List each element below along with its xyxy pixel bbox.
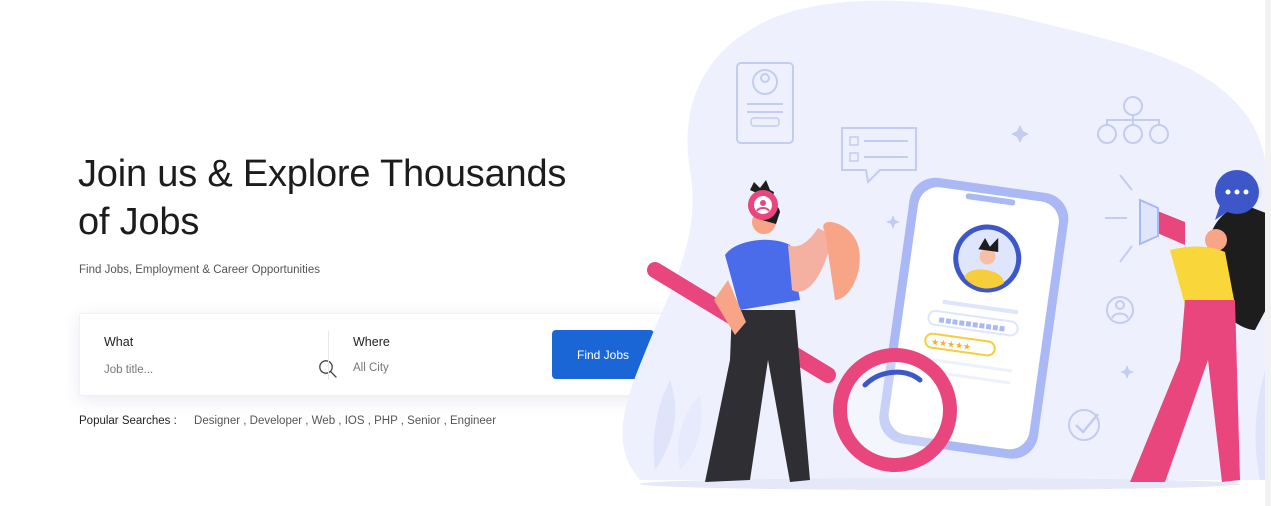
city-select[interactable]: All City <box>353 362 389 374</box>
page-scrollbar[interactable] <box>1265 0 1271 506</box>
popular-tag-link[interactable]: Engineer <box>450 415 496 427</box>
popular-tag-link[interactable]: Senior <box>407 415 440 427</box>
tag-separator: , <box>302 415 312 427</box>
tag-separator: , <box>335 415 345 427</box>
popular-searches-label: Popular Searches : <box>79 415 177 427</box>
tag-separator: , <box>364 415 375 427</box>
hero-subtitle: Find Jobs, Employment & Career Opportuni… <box>79 264 320 276</box>
popular-tag-link[interactable]: Developer <box>250 415 302 427</box>
popular-tags-list: Designer , Developer , Web , IOS , PHP ,… <box>194 415 496 427</box>
hero-illustration: ▪▪▪▪▪▪▪▪▪▪ ★★★★★ <box>622 0 1271 490</box>
tag-separator: , <box>397 415 408 427</box>
popular-tag-link[interactable]: Designer <box>194 415 240 427</box>
field-divider <box>328 331 329 380</box>
popular-tag-link[interactable]: PHP <box>374 415 397 427</box>
hero-title-line-1: Join us & Explore Thousands <box>78 153 567 195</box>
what-field: What <box>104 314 337 397</box>
popular-tag-link[interactable]: IOS <box>345 415 365 427</box>
job-title-input[interactable] <box>104 361 294 379</box>
what-label: What <box>104 335 134 349</box>
popular-searches: Popular Searches : Designer , Developer … <box>79 415 496 427</box>
tag-separator: , <box>440 415 450 427</box>
job-search-card: What Where All City Find Jobs <box>79 313 784 397</box>
where-field[interactable]: Where All City <box>353 314 784 397</box>
tag-separator: , <box>240 415 250 427</box>
hero-title-line-2: of Jobs <box>78 201 200 243</box>
hero-title: Join us & Explore Thousands of Jobs <box>78 150 638 246</box>
popular-tag-link[interactable]: Web <box>312 415 335 427</box>
where-label: Where <box>353 335 390 349</box>
